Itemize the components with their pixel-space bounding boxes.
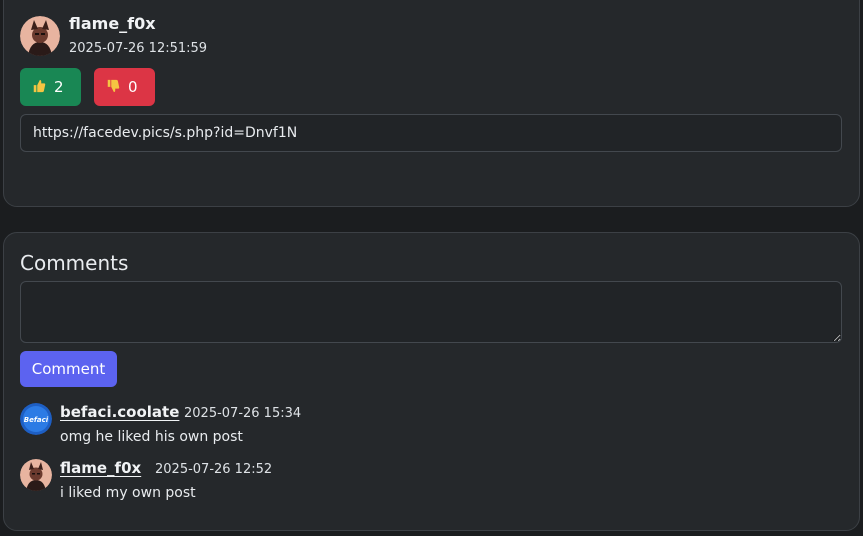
comment-text: omg he liked his own post <box>60 429 243 445</box>
like-button[interactable]: 2 <box>20 68 81 106</box>
avatar[interactable] <box>20 459 52 491</box>
comment-timestamp: 2025-07-26 12:52 <box>155 462 273 477</box>
avatar[interactable]: Befaci <box>20 403 52 435</box>
dislike-count: 0 <box>128 78 138 96</box>
befaci-logo-text: Befaci <box>24 416 49 424</box>
comment-item: Befaci befaci.coolate 2025-07-26 15:34 o… <box>20 401 840 451</box>
dislike-button[interactable]: 0 <box>94 68 155 106</box>
thumbs-up-icon <box>32 79 46 96</box>
comment-author[interactable]: flame_f0x <box>60 459 141 477</box>
post-author[interactable]: flame_f0x <box>69 14 156 33</box>
like-count: 2 <box>54 78 64 96</box>
post-url-field[interactable]: https://facedev.pics/s.php?id=Dnvf1N <box>20 114 842 152</box>
comment-text: i liked my own post <box>60 485 196 501</box>
comments-card: Comments Comment Befaci befaci.coolate 2… <box>3 232 860 531</box>
comment-item: flame_f0x 2025-07-26 12:52 i liked my ow… <box>20 457 840 507</box>
post-card: flame_f0x 2025-07-26 12:51:59 2 0 https:… <box>3 0 860 207</box>
post-timestamp: 2025-07-26 12:51:59 <box>69 41 208 56</box>
comments-title: Comments <box>20 251 129 275</box>
avatar[interactable] <box>20 16 60 56</box>
comment-author[interactable]: befaci.coolate <box>60 403 179 421</box>
thumbs-down-icon <box>106 79 120 96</box>
comment-input[interactable] <box>20 281 842 343</box>
comment-button[interactable]: Comment <box>20 351 117 387</box>
comment-timestamp: 2025-07-26 15:34 <box>184 406 302 421</box>
